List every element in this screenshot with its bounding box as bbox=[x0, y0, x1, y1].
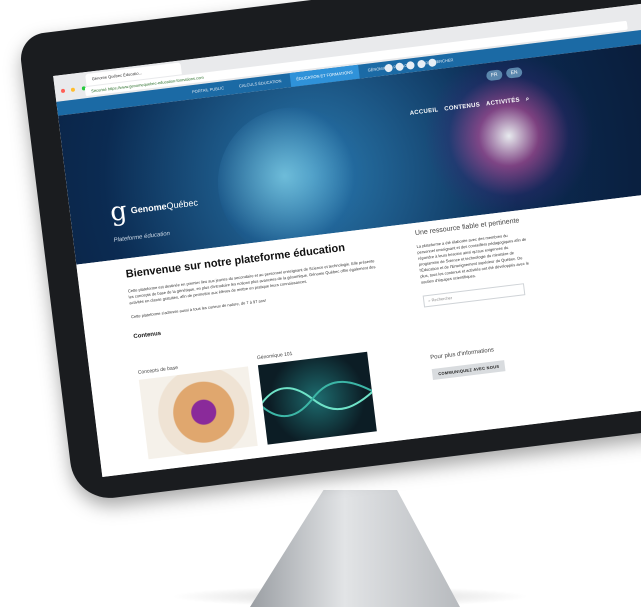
social-icon[interactable] bbox=[406, 60, 415, 70]
social-icon[interactable] bbox=[416, 59, 426, 69]
info-title: Pour plus d'informations bbox=[429, 347, 495, 362]
genome-logo-icon: g bbox=[108, 196, 129, 228]
genome-quebec-logo[interactable]: g GenomeQuébec bbox=[108, 189, 200, 228]
hero-subtitle: Plateforme éducation bbox=[113, 230, 171, 244]
social-icon[interactable] bbox=[395, 62, 405, 72]
dna-illustration-image[interactable] bbox=[257, 351, 377, 445]
contact-button[interactable]: COMMUNIQUEZ AVEC NOUS bbox=[431, 360, 506, 380]
monitor-stand bbox=[250, 490, 460, 607]
content-cards: Concepts de base Génomique 101 bbox=[138, 342, 377, 460]
sidebar: Une ressource fiable et pertinente La pl… bbox=[414, 216, 542, 381]
screen: Génome Québec Éducatio... Sécurisé https… bbox=[53, 1, 641, 478]
social-icon[interactable] bbox=[384, 63, 394, 73]
search-input[interactable]: ⌕ Rechercher bbox=[422, 283, 526, 308]
search-icon[interactable]: ⌕ bbox=[525, 96, 529, 103]
social-icon[interactable] bbox=[427, 58, 437, 68]
dna-helix-icon bbox=[257, 373, 377, 418]
close-window-icon[interactable] bbox=[60, 88, 66, 94]
cell-illustration-image[interactable] bbox=[138, 366, 258, 460]
minimize-window-icon[interactable] bbox=[71, 87, 76, 92]
card-concepts[interactable]: Concepts de base bbox=[138, 357, 258, 460]
logo-text: GenomeQuébec bbox=[130, 197, 199, 216]
sidebar-paragraph: La plateforme a été élaborée avec des me… bbox=[416, 232, 530, 285]
imac-monitor: Génome Québec Éducatio... Sécurisé https… bbox=[0, 0, 641, 607]
card-genomique[interactable]: Génomique 101 bbox=[257, 342, 377, 445]
monitor-bezel: Génome Québec Éducatio... Sécurisé https… bbox=[18, 0, 641, 503]
main-column: Bienvenue sur notre plateforme éducation… bbox=[125, 238, 382, 340]
